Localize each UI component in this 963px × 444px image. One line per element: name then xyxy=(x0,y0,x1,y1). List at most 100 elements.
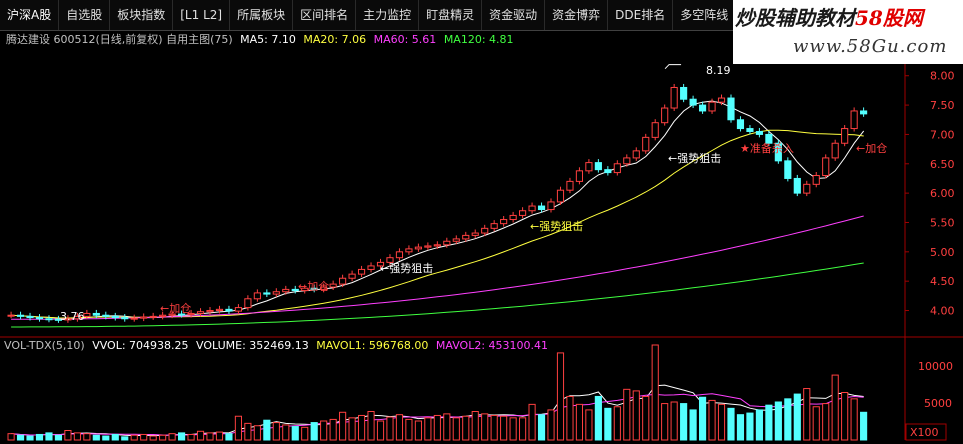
candle-body xyxy=(509,214,517,221)
volume-bar xyxy=(500,415,508,441)
volume-bar xyxy=(613,406,621,441)
candle-body xyxy=(206,310,214,313)
volume-axis: 10000 5000 X100 xyxy=(905,360,953,441)
candle-body xyxy=(708,101,716,112)
volume-bar xyxy=(727,407,735,441)
volume-bar xyxy=(376,420,385,441)
volume-bar xyxy=(424,417,432,441)
volume-bar xyxy=(121,436,129,441)
candle-body xyxy=(26,315,34,319)
candle-body xyxy=(45,318,53,321)
candle-body xyxy=(196,311,205,314)
candle-body xyxy=(102,314,110,317)
volume-bar xyxy=(537,414,546,441)
candle-body xyxy=(784,160,792,179)
candle-body xyxy=(225,308,233,312)
candle-body xyxy=(395,251,404,259)
candlesticks xyxy=(7,83,868,323)
volume-bar xyxy=(481,413,489,441)
volume-bar xyxy=(102,435,110,441)
high-marker xyxy=(664,64,682,70)
low-label: 3.76 xyxy=(60,310,85,323)
volume-bar xyxy=(187,433,195,441)
volume-bar xyxy=(850,398,858,441)
volume-bar xyxy=(689,409,697,441)
volume-bar xyxy=(263,419,271,441)
candle-body xyxy=(443,240,451,246)
candle-body xyxy=(253,292,261,300)
candle-body xyxy=(661,107,669,124)
candle-body xyxy=(414,246,422,250)
candle-body xyxy=(130,317,138,320)
candle-body xyxy=(841,128,849,144)
candle-body xyxy=(92,312,100,316)
candle-body xyxy=(689,98,697,106)
candle-body xyxy=(670,86,678,109)
moving-average-lines xyxy=(11,64,865,437)
candle-body xyxy=(215,308,224,312)
price-tick-label: 6.00 xyxy=(930,187,955,200)
volume-bar xyxy=(793,393,801,441)
volume-bar xyxy=(670,401,678,441)
price-tick-label: 4.50 xyxy=(930,275,955,288)
candle-body xyxy=(812,175,820,185)
candle-body xyxy=(140,316,148,319)
volume-bar xyxy=(348,417,356,441)
candle-body xyxy=(585,162,593,172)
kline-chart[interactable]: 8.00 7.50 7.00 6.50 6.00 5.50 5.00 4.50 4.00 8.1… xyxy=(0,0,963,444)
candle-body xyxy=(831,142,839,159)
candle-body xyxy=(481,227,489,234)
candle-body xyxy=(547,201,555,211)
price-tick-label: 5.00 xyxy=(930,246,955,259)
candle-body xyxy=(860,110,868,115)
volume-bar xyxy=(178,432,186,441)
signal-add-2: ←加仓 xyxy=(298,279,329,293)
volume-bar xyxy=(130,434,138,441)
volume-bar xyxy=(604,407,612,441)
candle-body xyxy=(727,97,735,121)
volume-bar xyxy=(490,414,498,441)
candle-body xyxy=(755,131,763,135)
candle-body xyxy=(850,110,858,130)
volume-bar xyxy=(528,403,536,441)
signal-add-1: ←加仓 xyxy=(160,301,191,315)
price-axis: 8.00 7.50 7.00 6.50 6.00 5.50 5.00 4.50 4.00 xyxy=(905,70,955,318)
volume-bar xyxy=(774,401,782,441)
vol-axis-5000: 5000 xyxy=(924,397,952,410)
volume-bar xyxy=(111,433,119,441)
candle-body xyxy=(528,205,536,212)
volume-bar xyxy=(575,403,584,441)
volume-bar xyxy=(755,409,763,441)
candle-body xyxy=(604,169,612,174)
volume-bar xyxy=(215,431,224,441)
volume-bar xyxy=(651,344,659,441)
volume-bar xyxy=(64,430,72,441)
candle-body xyxy=(651,122,659,138)
volume-bar xyxy=(45,432,53,441)
candle-body xyxy=(424,245,432,248)
candle-body xyxy=(339,277,347,285)
candle-body xyxy=(822,157,830,177)
volume-bar xyxy=(73,432,81,441)
candle-body xyxy=(329,283,337,288)
volume-bar xyxy=(594,395,602,441)
high-label: 8.19 xyxy=(706,64,731,77)
volume-bar xyxy=(414,420,422,441)
volume-bar xyxy=(168,433,176,441)
candle-body xyxy=(16,314,25,317)
volume-bar xyxy=(329,418,337,441)
volume-bar xyxy=(661,403,669,441)
volume-bar xyxy=(831,374,839,441)
volume-bar xyxy=(282,424,290,441)
volume-bar xyxy=(405,418,413,441)
volume-bar xyxy=(519,417,527,441)
candle-body xyxy=(736,119,745,130)
candle-body xyxy=(490,223,498,229)
volume-bar xyxy=(339,411,347,441)
ma5-line xyxy=(11,100,865,320)
candle-body xyxy=(613,163,621,174)
candle-body xyxy=(632,150,640,159)
volume-bar xyxy=(765,404,773,441)
volume-bar xyxy=(509,417,517,441)
volume-bar xyxy=(310,422,318,441)
